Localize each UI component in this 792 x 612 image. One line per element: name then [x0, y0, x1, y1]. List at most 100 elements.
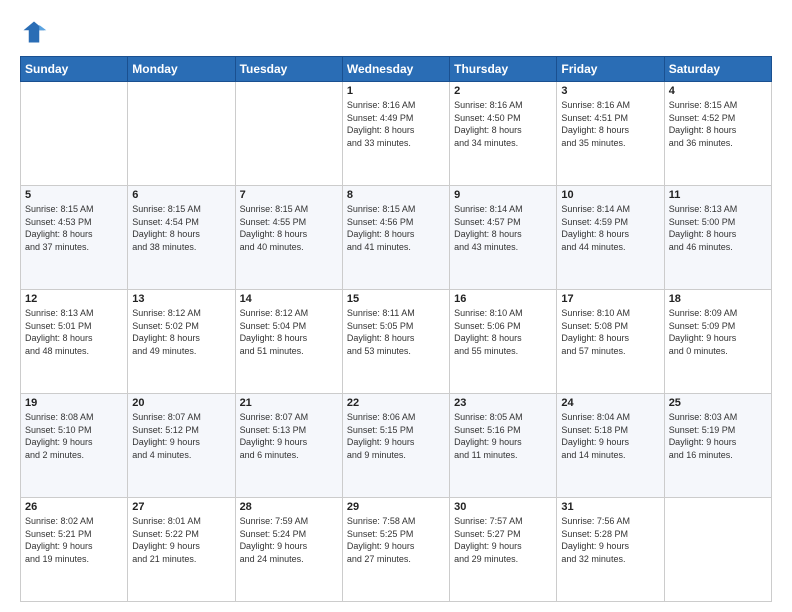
day-info: Sunrise: 8:03 AM Sunset: 5:19 PM Dayligh… — [669, 411, 767, 461]
calendar-cell: 18Sunrise: 8:09 AM Sunset: 5:09 PM Dayli… — [664, 290, 771, 394]
day-info: Sunrise: 8:14 AM Sunset: 4:59 PM Dayligh… — [561, 203, 659, 253]
day-info: Sunrise: 8:07 AM Sunset: 5:12 PM Dayligh… — [132, 411, 230, 461]
day-number: 14 — [240, 293, 338, 305]
day-info: Sunrise: 8:16 AM Sunset: 4:49 PM Dayligh… — [347, 99, 445, 149]
day-number: 4 — [669, 85, 767, 97]
logo — [20, 18, 50, 46]
day-number: 24 — [561, 397, 659, 409]
day-info: Sunrise: 7:58 AM Sunset: 5:25 PM Dayligh… — [347, 515, 445, 565]
calendar-body: 1 Sunrise: 8:16 AM Sunset: 4:49 PM Daylig… — [21, 82, 772, 602]
day-number: 9 — [454, 189, 552, 201]
day-info: Sunrise: 8:15 AM Sunset: 4:53 PM Dayligh… — [25, 203, 123, 253]
day-info: Sunrise: 8:11 AM Sunset: 5:05 PM Dayligh… — [347, 307, 445, 357]
calendar-cell: 14 Sunrise: 8:12 AM Sunset: 5:04 PM Dayli… — [235, 290, 342, 394]
weekday-header-monday: Monday — [128, 57, 235, 82]
day-number: 15 — [347, 293, 445, 305]
day-number: 31 — [561, 501, 659, 513]
day-number: 21 — [240, 397, 338, 409]
day-number: 23 — [454, 397, 552, 409]
day-number: 12 — [25, 293, 123, 305]
calendar-cell: 25 Sunrise: 8:03 AM Sunset: 5:19 PM Dayli… — [664, 394, 771, 498]
page: SundayMondayTuesdayWednesdayThursdayFrid… — [0, 0, 792, 612]
day-info: Sunrise: 8:12 AM Sunset: 5:02 PM Dayligh… — [132, 307, 230, 357]
calendar-cell: 1 Sunrise: 8:16 AM Sunset: 4:49 PM Daylig… — [342, 82, 449, 186]
calendar-cell: 16 Sunrise: 8:10 AM Sunset: 5:06 PM Dayli… — [450, 290, 557, 394]
calendar-header: SundayMondayTuesdayWednesdayThursdayFrid… — [21, 57, 772, 82]
day-info: Sunrise: 8:12 AM Sunset: 5:04 PM Dayligh… — [240, 307, 338, 357]
weekday-header-thursday: Thursday — [450, 57, 557, 82]
calendar-cell: 5Sunrise: 8:15 AM Sunset: 4:53 PM Daylig… — [21, 186, 128, 290]
calendar-cell: 21 Sunrise: 8:07 AM Sunset: 5:13 PM Dayli… — [235, 394, 342, 498]
week-row-1: 1 Sunrise: 8:16 AM Sunset: 4:49 PM Daylig… — [21, 82, 772, 186]
calendar-cell: 15 Sunrise: 8:11 AM Sunset: 5:05 PM Dayli… — [342, 290, 449, 394]
weekday-row: SundayMondayTuesdayWednesdayThursdayFrid… — [21, 57, 772, 82]
day-info: Sunrise: 8:15 AM Sunset: 4:54 PM Dayligh… — [132, 203, 230, 253]
calendar-cell: 17 Sunrise: 8:10 AM Sunset: 5:08 PM Dayli… — [557, 290, 664, 394]
weekday-header-tuesday: Tuesday — [235, 57, 342, 82]
day-info: Sunrise: 7:56 AM Sunset: 5:28 PM Dayligh… — [561, 515, 659, 565]
day-number: 19 — [25, 397, 123, 409]
day-number: 1 — [347, 85, 445, 97]
calendar-table: SundayMondayTuesdayWednesdayThursdayFrid… — [20, 56, 772, 602]
day-number: 10 — [561, 189, 659, 201]
calendar-cell: 30 Sunrise: 7:57 AM Sunset: 5:27 PM Dayli… — [450, 498, 557, 602]
calendar-cell: 12 Sunrise: 8:13 AM Sunset: 5:01 PM Dayli… — [21, 290, 128, 394]
day-number: 2 — [454, 85, 552, 97]
week-row-3: 12 Sunrise: 8:13 AM Sunset: 5:01 PM Dayli… — [21, 290, 772, 394]
day-info: Sunrise: 8:14 AM Sunset: 4:57 PM Dayligh… — [454, 203, 552, 253]
calendar-cell: 27 Sunrise: 8:01 AM Sunset: 5:22 PM Dayli… — [128, 498, 235, 602]
day-info: Sunrise: 8:13 AM Sunset: 5:00 PM Dayligh… — [669, 203, 767, 253]
day-info: Sunrise: 7:59 AM Sunset: 5:24 PM Dayligh… — [240, 515, 338, 565]
day-info: Sunrise: 7:57 AM Sunset: 5:27 PM Dayligh… — [454, 515, 552, 565]
calendar-cell: 24 Sunrise: 8:04 AM Sunset: 5:18 PM Dayli… — [557, 394, 664, 498]
day-info: Sunrise: 8:10 AM Sunset: 5:06 PM Dayligh… — [454, 307, 552, 357]
calendar-cell: 23Sunrise: 8:05 AM Sunset: 5:16 PM Dayli… — [450, 394, 557, 498]
calendar-cell: 22Sunrise: 8:06 AM Sunset: 5:15 PM Dayli… — [342, 394, 449, 498]
day-number: 16 — [454, 293, 552, 305]
day-number: 7 — [240, 189, 338, 201]
weekday-header-friday: Friday — [557, 57, 664, 82]
day-number: 30 — [454, 501, 552, 513]
calendar-cell: 3 Sunrise: 8:16 AM Sunset: 4:51 PM Daylig… — [557, 82, 664, 186]
week-row-2: 5Sunrise: 8:15 AM Sunset: 4:53 PM Daylig… — [21, 186, 772, 290]
weekday-header-sunday: Sunday — [21, 57, 128, 82]
calendar-cell: 4 Sunrise: 8:15 AM Sunset: 4:52 PM Daylig… — [664, 82, 771, 186]
calendar-cell: 13 Sunrise: 8:12 AM Sunset: 5:02 PM Dayli… — [128, 290, 235, 394]
day-info: Sunrise: 8:02 AM Sunset: 5:21 PM Dayligh… — [25, 515, 123, 565]
week-row-4: 19 Sunrise: 8:08 AM Sunset: 5:10 PM Dayli… — [21, 394, 772, 498]
calendar-cell — [128, 82, 235, 186]
day-info: Sunrise: 8:04 AM Sunset: 5:18 PM Dayligh… — [561, 411, 659, 461]
day-number: 27 — [132, 501, 230, 513]
calendar-cell: 28Sunrise: 7:59 AM Sunset: 5:24 PM Dayli… — [235, 498, 342, 602]
day-number: 17 — [561, 293, 659, 305]
day-info: Sunrise: 8:08 AM Sunset: 5:10 PM Dayligh… — [25, 411, 123, 461]
calendar-cell: 8Sunrise: 8:15 AM Sunset: 4:56 PM Daylig… — [342, 186, 449, 290]
calendar-cell: 26 Sunrise: 8:02 AM Sunset: 5:21 PM Dayli… — [21, 498, 128, 602]
day-number: 13 — [132, 293, 230, 305]
calendar-cell: 20Sunrise: 8:07 AM Sunset: 5:12 PM Dayli… — [128, 394, 235, 498]
calendar-cell — [235, 82, 342, 186]
day-info: Sunrise: 8:15 AM Sunset: 4:52 PM Dayligh… — [669, 99, 767, 149]
day-info: Sunrise: 8:16 AM Sunset: 4:51 PM Dayligh… — [561, 99, 659, 149]
calendar-cell: 9 Sunrise: 8:14 AM Sunset: 4:57 PM Daylig… — [450, 186, 557, 290]
day-number: 29 — [347, 501, 445, 513]
day-info: Sunrise: 8:15 AM Sunset: 4:55 PM Dayligh… — [240, 203, 338, 253]
day-number: 22 — [347, 397, 445, 409]
logo-icon — [20, 18, 48, 46]
day-info: Sunrise: 8:16 AM Sunset: 4:50 PM Dayligh… — [454, 99, 552, 149]
day-info: Sunrise: 8:09 AM Sunset: 5:09 PM Dayligh… — [669, 307, 767, 357]
calendar-cell: 7 Sunrise: 8:15 AM Sunset: 4:55 PM Daylig… — [235, 186, 342, 290]
day-info: Sunrise: 8:07 AM Sunset: 5:13 PM Dayligh… — [240, 411, 338, 461]
day-info: Sunrise: 8:10 AM Sunset: 5:08 PM Dayligh… — [561, 307, 659, 357]
header — [20, 18, 772, 46]
calendar-cell: 10 Sunrise: 8:14 AM Sunset: 4:59 PM Dayli… — [557, 186, 664, 290]
day-info: Sunrise: 8:01 AM Sunset: 5:22 PM Dayligh… — [132, 515, 230, 565]
day-number: 25 — [669, 397, 767, 409]
calendar-cell: 19 Sunrise: 8:08 AM Sunset: 5:10 PM Dayli… — [21, 394, 128, 498]
day-info: Sunrise: 8:15 AM Sunset: 4:56 PM Dayligh… — [347, 203, 445, 253]
weekday-header-wednesday: Wednesday — [342, 57, 449, 82]
day-info: Sunrise: 8:13 AM Sunset: 5:01 PM Dayligh… — [25, 307, 123, 357]
day-number: 6 — [132, 189, 230, 201]
day-number: 3 — [561, 85, 659, 97]
day-number: 26 — [25, 501, 123, 513]
